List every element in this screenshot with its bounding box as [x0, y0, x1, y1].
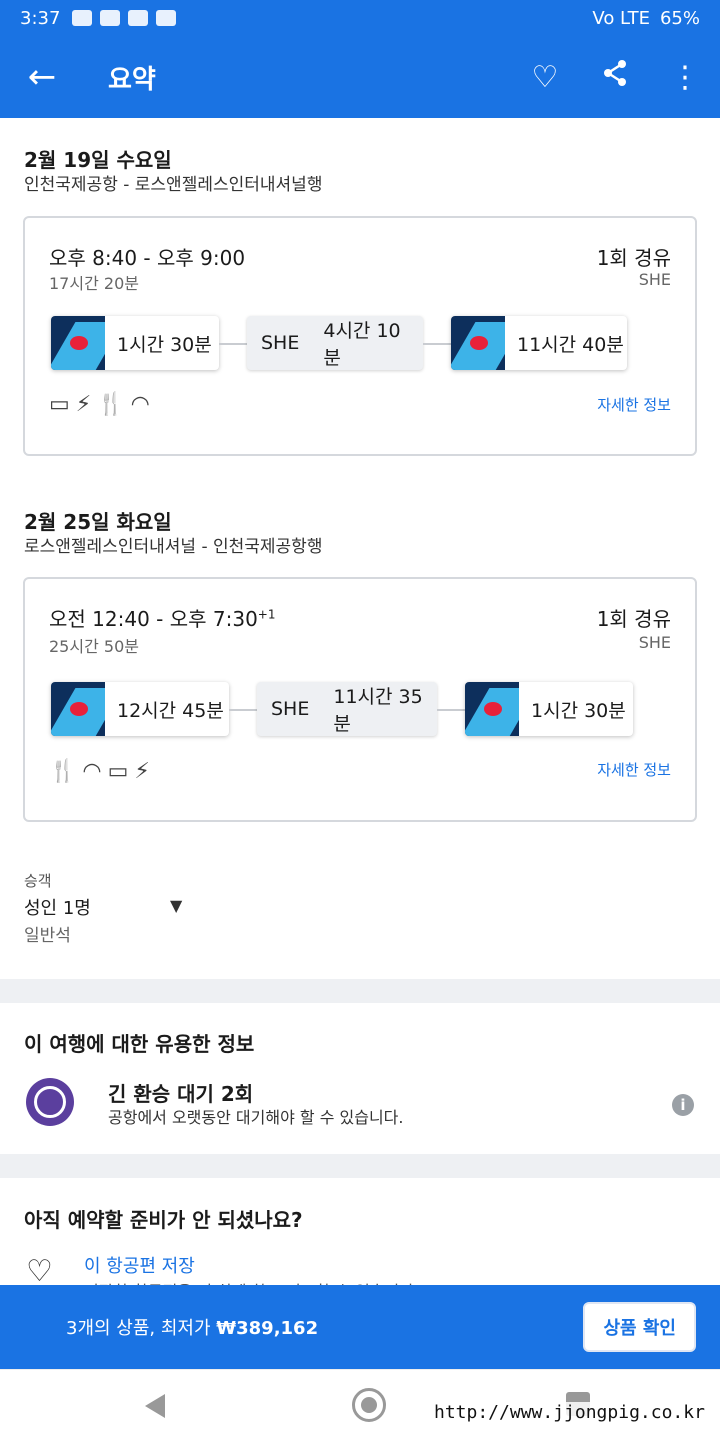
status-bar: 3:37 Vo LTE 65% — [0, 0, 720, 36]
outbound-route: 인천국제공항 - 로스앤젤레스인터내셔널행 — [24, 175, 323, 195]
connector — [423, 343, 451, 345]
back-icon[interactable]: ← — [0, 36, 84, 118]
stop-code: SHE — [638, 633, 671, 652]
meal-icon: 🍴 — [49, 759, 77, 784]
chevron-down-icon[interactable]: ▼ — [170, 896, 182, 915]
details-link[interactable]: 자세한 정보 — [597, 394, 671, 415]
cabin-class: 일반석 — [24, 926, 71, 946]
battery-level: 65% — [659, 7, 700, 29]
inbound-route: 로스앤젤레스인터내셔널 - 인천국제공항행 — [24, 537, 323, 557]
save-flight-link[interactable]: 이 항공편 저장 — [84, 1252, 195, 1278]
connector — [229, 709, 257, 711]
clock-icon — [26, 1078, 74, 1126]
amenities: ▭ ⚡ 🍴 ◠ — [49, 392, 150, 417]
layover-code: SHE — [271, 698, 310, 720]
layover: SHE 4시간 10분 — [247, 316, 423, 370]
segment-duration: 11시간 40분 — [517, 333, 624, 356]
section-divider — [0, 1154, 720, 1178]
connector — [437, 709, 465, 711]
watermark: http://www.jjongpig.co.kr — [434, 1402, 705, 1423]
share-icon[interactable] — [580, 58, 650, 96]
layover-warning-subtitle: 공항에서 오랫동안 대기해야 할 수 있습니다. — [108, 1108, 404, 1127]
airline-logo — [51, 316, 105, 370]
confirm-button[interactable]: 상품 확인 — [583, 1302, 696, 1352]
segment-duration: 1시간 30분 — [117, 333, 212, 356]
heart-icon[interactable]: ♡ — [510, 60, 580, 95]
details-link[interactable]: 자세한 정보 — [597, 759, 671, 780]
network-indicator: Vo LTE — [592, 7, 650, 29]
passenger-label: 승객 — [24, 872, 52, 890]
lowest-price: ₩389,162 — [216, 1318, 319, 1339]
layover-warning-title: 긴 환승 대기 2회 — [108, 1082, 254, 1106]
outbound-card[interactable]: 오후 8:40 - 오후 9:00 17시간 20분 1회 경유 SHE 1시간… — [23, 216, 697, 456]
heart-outline-icon[interactable]: ♡ — [26, 1254, 53, 1289]
inbound-card[interactable]: 오전 12:40 - 오후 7:30+1 25시간 50분 1회 경유 SHE … — [23, 577, 697, 822]
power-icon: ⚡ — [75, 392, 92, 417]
useful-info-heading: 이 여행에 대한 유용한 정보 — [24, 1032, 255, 1056]
segment-duration: 12시간 45분 — [117, 699, 224, 722]
status-time: 3:37 — [20, 7, 61, 29]
layover-duration: 11시간 35분 — [333, 686, 423, 735]
price-summary: 3개의 상품, 최저가 ₩389,162 — [66, 1318, 319, 1339]
airline-logo — [451, 316, 505, 370]
segment-2: 1시간 30분 — [465, 682, 633, 736]
bottom-bar: 3개의 상품, 최저가 ₩389,162 상품 확인 — [0, 1285, 720, 1369]
meal-icon: 🍴 — [97, 392, 125, 417]
outbound-date: 2월 19일 수요일 — [24, 148, 172, 172]
layover: SHE 11시간 35분 — [257, 682, 437, 736]
nav-back-icon[interactable] — [145, 1394, 165, 1418]
nav-home-icon[interactable] — [352, 1388, 386, 1422]
inbound-date: 2월 25일 화요일 — [24, 510, 172, 534]
app-bar: ← 요약 ♡ ⋮ — [0, 36, 720, 118]
flight-duration: 25시간 50분 — [49, 637, 139, 656]
stops-count: 1회 경유 — [596, 246, 671, 270]
airline-logo — [51, 682, 105, 736]
talk-icon — [156, 10, 177, 26]
notification-icon — [128, 10, 149, 26]
segment-1: 1시간 30분 — [51, 316, 219, 370]
plus-day: +1 — [257, 607, 276, 622]
power-icon: ⚡ — [134, 759, 150, 784]
flight-duration: 17시간 20분 — [49, 274, 139, 293]
segment-1: 12시간 45분 — [51, 682, 229, 736]
layover-code: SHE — [261, 332, 300, 354]
notification-icon — [100, 10, 121, 26]
flight-times: 오전 12:40 - 오후 7:30+1 — [49, 607, 276, 631]
flight-times: 오후 8:40 - 오후 9:00 — [49, 246, 246, 270]
amenities: 🍴 ◠ ▭ ⚡ — [49, 759, 150, 784]
airline-logo — [465, 682, 519, 736]
stops-count: 1회 경유 — [596, 607, 671, 631]
tv-icon: ▭ — [49, 392, 70, 417]
not-ready-heading: 아직 예약할 준비가 안 되셨나요? — [24, 1208, 303, 1232]
page-title: 요약 — [108, 64, 156, 95]
stop-code: SHE — [638, 270, 671, 289]
segment-2: 11시간 40분 — [451, 316, 627, 370]
wifi-icon: ◠ — [82, 759, 102, 784]
tv-icon: ▭ — [107, 759, 129, 784]
section-divider — [0, 979, 720, 1003]
notification-icon — [72, 10, 93, 26]
segment-duration: 1시간 30분 — [531, 699, 626, 722]
connector — [219, 343, 247, 345]
more-icon[interactable]: ⋮ — [650, 60, 720, 95]
layover-duration: 4시간 10분 — [323, 320, 401, 369]
wifi-icon: ◠ — [130, 392, 150, 417]
passenger-select[interactable]: 성인 1명 — [24, 894, 91, 920]
info-icon[interactable]: i — [672, 1094, 694, 1116]
